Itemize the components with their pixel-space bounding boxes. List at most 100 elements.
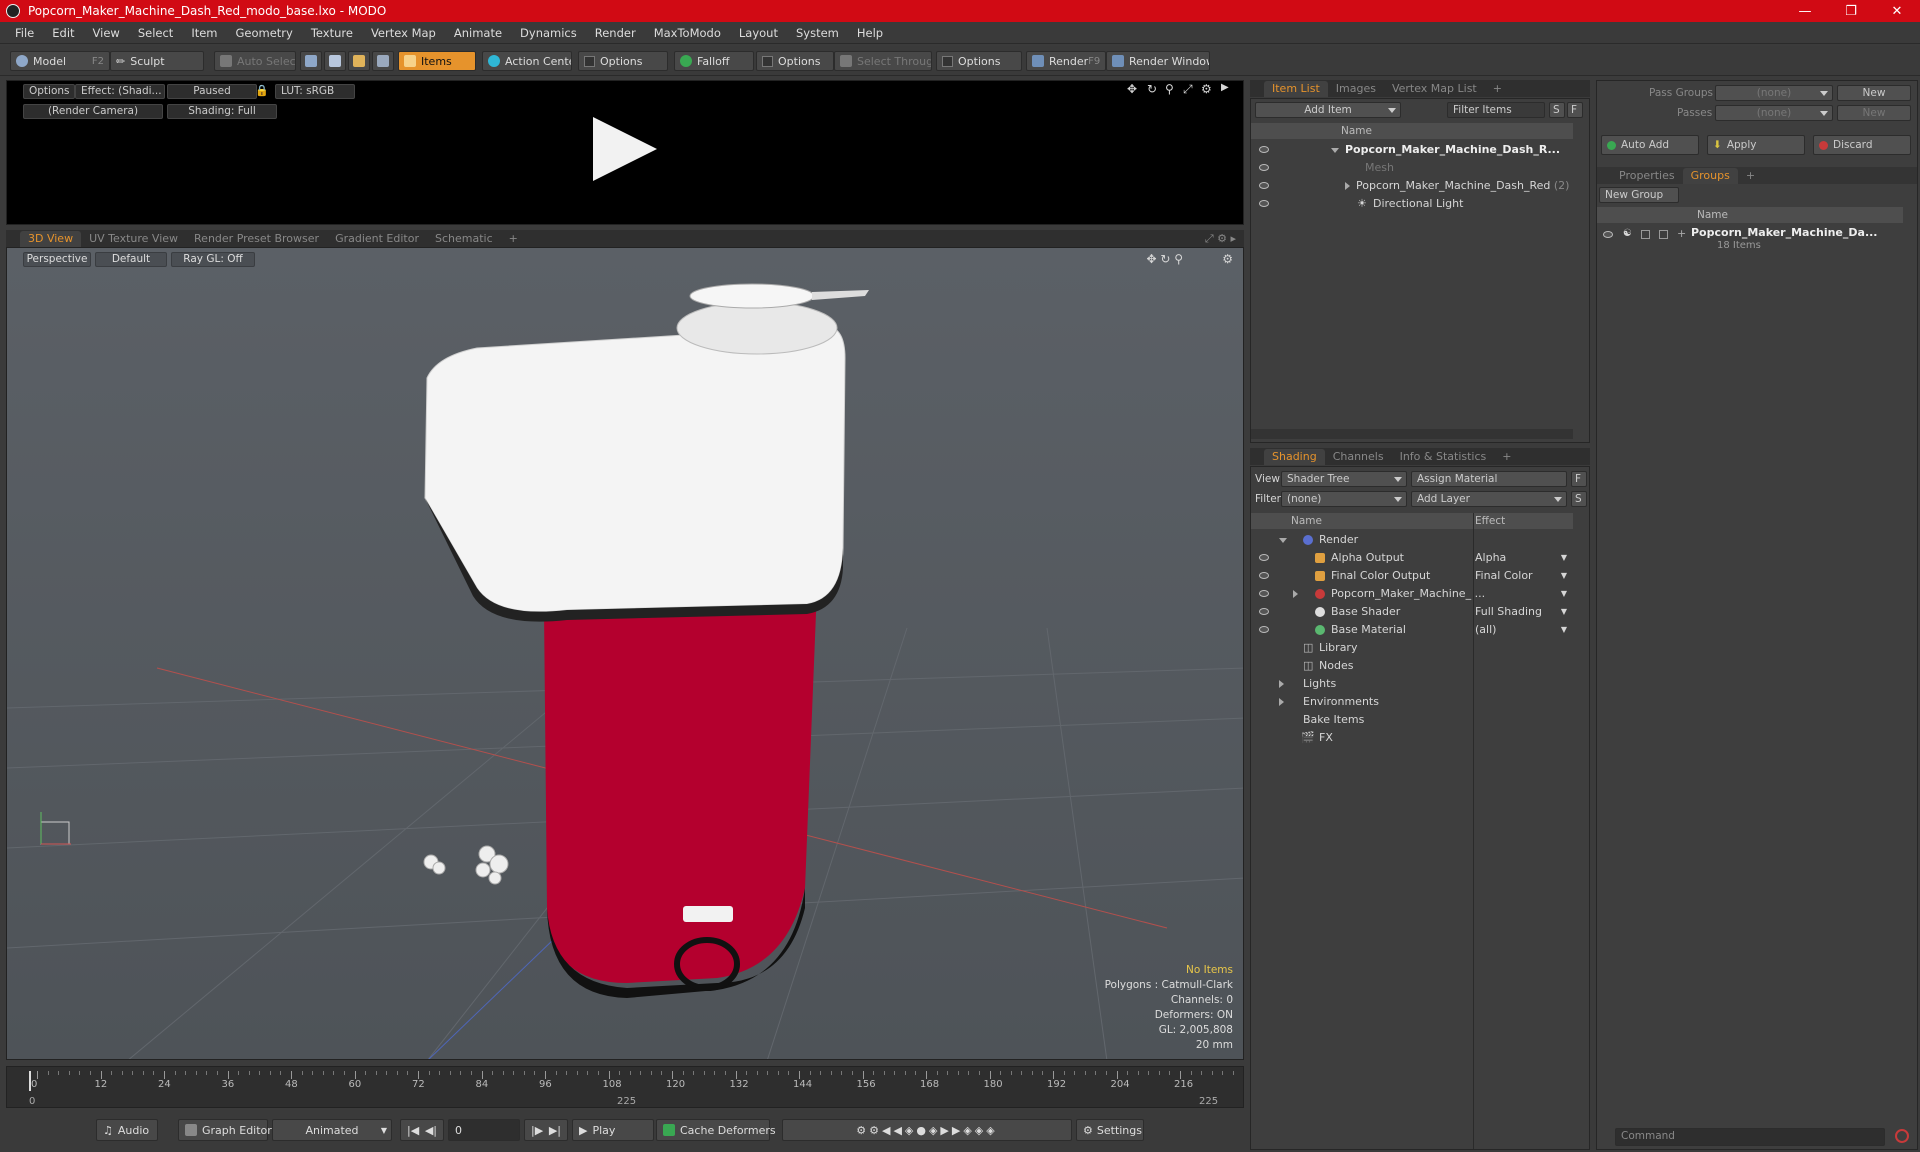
preview-options-button[interactable]: Options bbox=[23, 84, 75, 99]
command-history-icon[interactable] bbox=[1895, 1129, 1909, 1143]
menu-edit[interactable]: Edit bbox=[43, 26, 83, 40]
shader-row-alpha-output[interactable]: Alpha Output Alpha ▼ bbox=[1251, 549, 1573, 567]
discard-button[interactable]: Discard bbox=[1813, 135, 1911, 155]
render-button[interactable]: Render F9 bbox=[1026, 51, 1106, 71]
action-center-button[interactable]: Action Center bbox=[482, 51, 572, 71]
perspective-dropdown[interactable]: Perspective bbox=[23, 252, 91, 267]
expand-icon[interactable] bbox=[1279, 698, 1284, 706]
eye-icon[interactable] bbox=[1259, 164, 1269, 171]
animated-dropdown[interactable]: Animated ▼ bbox=[272, 1119, 392, 1141]
expand-icon[interactable] bbox=[1293, 590, 1298, 598]
add-tab-icon[interactable]: + bbox=[1494, 449, 1519, 465]
shader-row-lights[interactable]: Lights bbox=[1251, 675, 1573, 693]
tab-channels[interactable]: Channels bbox=[1325, 449, 1392, 465]
chevron-down-icon[interactable]: ▼ bbox=[1561, 603, 1567, 621]
eye-icon[interactable] bbox=[1259, 182, 1269, 189]
item-list-s-button[interactable]: S bbox=[1549, 102, 1565, 118]
menu-dynamics[interactable]: Dynamics bbox=[511, 26, 586, 40]
expand-icon[interactable] bbox=[1345, 182, 1350, 190]
shading-s-button[interactable]: S bbox=[1571, 491, 1587, 507]
menu-system[interactable]: System bbox=[787, 26, 848, 40]
item-row-scene[interactable]: Popcorn_Maker_Machine_Dash_R... bbox=[1251, 141, 1573, 159]
view-maximize-icon[interactable]: ⤢ ⚙ ▸ bbox=[1197, 231, 1244, 247]
shader-row-environments[interactable]: Environments bbox=[1251, 693, 1573, 711]
skip-start-button[interactable]: |◀ ◀| bbox=[400, 1119, 444, 1141]
render-window-button[interactable]: Render Window bbox=[1106, 51, 1210, 71]
shader-row-nodes[interactable]: ◫ Nodes bbox=[1251, 657, 1573, 675]
item-row-mesh-group[interactable]: Popcorn_Maker_Machine_Dash_Red (2) bbox=[1251, 177, 1573, 195]
item-row-directional-light[interactable]: ☀ Directional Light bbox=[1251, 195, 1573, 213]
polygons-mode-button[interactable] bbox=[348, 51, 370, 71]
gear-icon[interactable]: ⚙ bbox=[1201, 82, 1212, 96]
default-style-dropdown[interactable]: Default bbox=[95, 252, 167, 267]
new-pass-group-button[interactable]: New bbox=[1837, 85, 1911, 101]
move-icon[interactable]: ✥ bbox=[1127, 82, 1137, 96]
render-toggle-icon[interactable]: ☯ bbox=[1623, 225, 1632, 243]
tab-vertex-map-list[interactable]: Vertex Map List bbox=[1384, 81, 1485, 97]
minimize-icon[interactable]: — bbox=[1782, 0, 1828, 22]
maximize-icon[interactable]: ❐ bbox=[1828, 0, 1874, 22]
tab-item-list[interactable]: Item List bbox=[1264, 81, 1328, 97]
falloff-button[interactable]: Falloff bbox=[674, 51, 754, 71]
tab-properties[interactable]: Properties bbox=[1611, 168, 1683, 184]
tab-uv-texture-view[interactable]: UV Texture View bbox=[81, 231, 186, 247]
key-tools-group[interactable]: ⚙⚙◀◀◈●◈▶▶◈◈◈ bbox=[782, 1119, 1072, 1141]
shader-filter-dropdown[interactable]: (none) bbox=[1281, 491, 1407, 507]
shader-row-final-color-output[interactable]: Final Color Output Final Color ▼ bbox=[1251, 567, 1573, 585]
chevron-down-icon[interactable]: ▼ bbox=[1561, 585, 1567, 603]
menu-layout[interactable]: Layout bbox=[730, 26, 787, 40]
select-toggle-icon[interactable] bbox=[1659, 230, 1668, 239]
eye-icon[interactable] bbox=[1603, 231, 1613, 238]
menu-select[interactable]: Select bbox=[129, 26, 182, 40]
playhead[interactable] bbox=[29, 1071, 31, 1091]
falloff-options-button[interactable]: Options bbox=[756, 51, 834, 71]
preview-lut-dropdown[interactable]: LUT: sRGB bbox=[275, 84, 355, 99]
eye-icon[interactable] bbox=[1259, 608, 1269, 615]
edges-mode-button[interactable] bbox=[324, 51, 346, 71]
group-row[interactable]: ☯ + Popcorn_Maker_Machine_Da... 18 Items bbox=[1597, 225, 1903, 255]
items-mode-button[interactable]: Items bbox=[398, 51, 476, 71]
lock-toggle-icon[interactable] bbox=[1641, 230, 1650, 239]
play-button[interactable]: ▶ Play bbox=[572, 1119, 654, 1141]
menu-vertex-map[interactable]: Vertex Map bbox=[362, 26, 445, 40]
tab-3d-view[interactable]: 3D View bbox=[20, 231, 82, 247]
tab-images[interactable]: Images bbox=[1328, 81, 1384, 97]
command-input[interactable]: Command bbox=[1615, 1128, 1885, 1146]
graph-editor-button[interactable]: Graph Editor bbox=[178, 1119, 272, 1141]
preview-effect-dropdown[interactable]: Effect: (Shadi... bbox=[75, 84, 165, 99]
tab-render-preset-browser[interactable]: Render Preset Browser bbox=[186, 231, 327, 247]
shading-f-button[interactable]: F bbox=[1571, 471, 1587, 487]
tab-shading[interactable]: Shading bbox=[1264, 449, 1325, 465]
item-list-scrollbar[interactable] bbox=[1251, 429, 1573, 439]
eye-icon[interactable] bbox=[1259, 554, 1269, 561]
menu-texture[interactable]: Texture bbox=[302, 26, 362, 40]
tab-schematic[interactable]: Schematic bbox=[427, 231, 501, 247]
vertices-mode-button[interactable] bbox=[300, 51, 322, 71]
tab-groups[interactable]: Groups bbox=[1682, 168, 1738, 184]
select-through-button[interactable]: Select Through bbox=[834, 51, 932, 71]
eye-icon[interactable] bbox=[1259, 572, 1269, 579]
menu-view[interactable]: View bbox=[84, 26, 129, 40]
3d-viewport[interactable]: Perspective Default Ray GL: Off ✥ ↻ ⚲ ⚙ … bbox=[6, 247, 1244, 1060]
raygl-toggle[interactable]: Ray GL: Off bbox=[171, 252, 255, 267]
menu-maxtomodo[interactable]: MaxToModo bbox=[645, 26, 730, 40]
lock-icon[interactable]: 🔒 bbox=[255, 84, 269, 97]
step-forward-button[interactable]: |▶ ▶| bbox=[524, 1119, 568, 1141]
eye-icon[interactable] bbox=[1259, 626, 1269, 633]
chevron-down-icon[interactable]: ▼ bbox=[1561, 549, 1567, 567]
new-group-button[interactable]: New Group bbox=[1599, 187, 1679, 203]
passes-dropdown[interactable]: (none) bbox=[1715, 105, 1833, 121]
model-mode-button[interactable]: Model F2 bbox=[10, 51, 110, 71]
close-icon[interactable]: ✕ bbox=[1874, 0, 1920, 22]
settings-button[interactable]: ⚙ Settings bbox=[1076, 1119, 1144, 1141]
zoom-icon[interactable]: ⚲ bbox=[1165, 82, 1174, 96]
menu-geometry[interactable]: Geometry bbox=[227, 26, 302, 40]
apply-button[interactable]: ⬇ Apply bbox=[1707, 135, 1805, 155]
shader-row-base-shader[interactable]: Base Shader Full Shading ▼ bbox=[1251, 603, 1573, 621]
tab-gradient-editor[interactable]: Gradient Editor bbox=[327, 231, 427, 247]
preview-shading-dropdown[interactable]: Shading: Full bbox=[167, 104, 277, 119]
menu-animate[interactable]: Animate bbox=[445, 26, 511, 40]
add-tab-icon[interactable]: + bbox=[501, 231, 526, 247]
shader-row-bake-items[interactable]: Bake Items bbox=[1251, 711, 1573, 729]
chevron-down-icon[interactable]: ▼ bbox=[1561, 567, 1567, 585]
